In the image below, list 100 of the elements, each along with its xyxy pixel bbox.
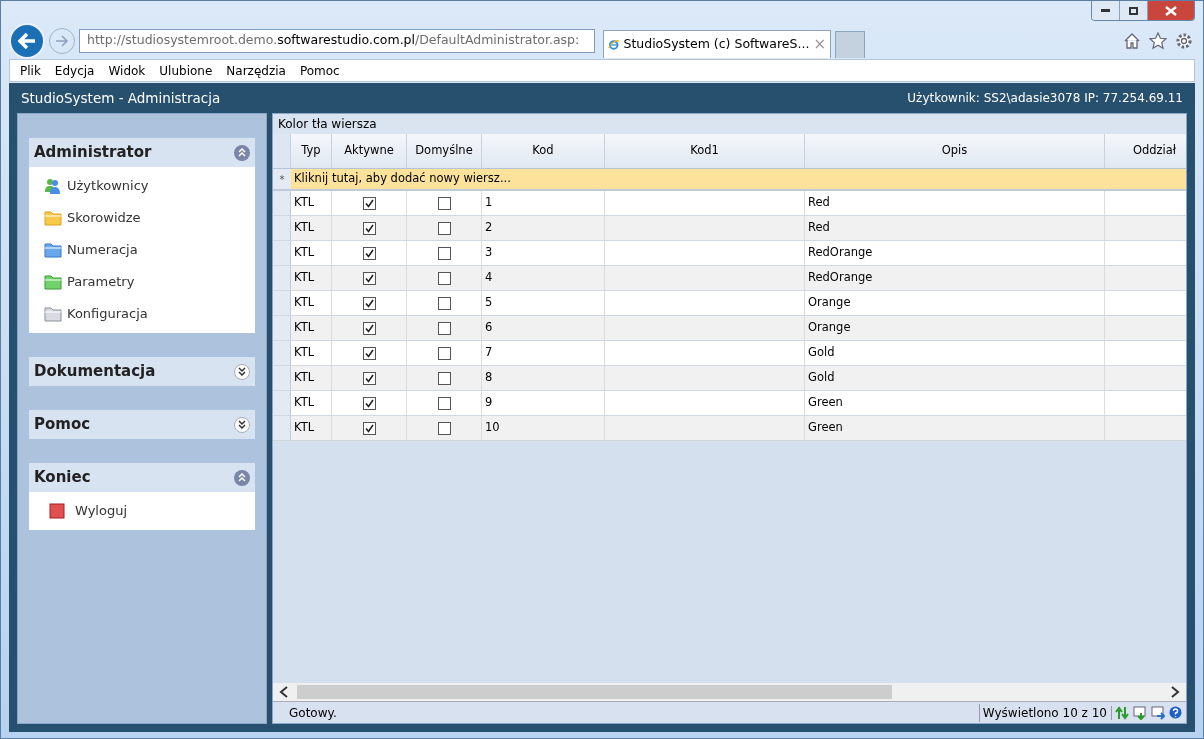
- expand-icon[interactable]: [234, 416, 250, 433]
- checkbox[interactable]: [437, 421, 451, 435]
- collapse-icon[interactable]: [234, 469, 250, 486]
- checkbox[interactable]: [362, 396, 376, 410]
- checkbox[interactable]: [437, 321, 451, 335]
- sidebar-item[interactable]: Numeracja: [29, 234, 255, 266]
- table-cell: 8: [485, 369, 493, 387]
- table-cell: 2: [485, 219, 493, 237]
- checkbox[interactable]: [362, 371, 376, 385]
- new-row-prompt[interactable]: Kliknij tutaj, aby dodać nowy wiersz...: [291, 169, 511, 189]
- export-icon[interactable]: [1133, 705, 1147, 720]
- users-icon: [44, 177, 62, 195]
- checkbox[interactable]: [362, 296, 376, 310]
- scroll-left-icon[interactable]: [279, 686, 289, 698]
- table-cell: Green: [808, 394, 843, 412]
- table-cell: KTL: [294, 394, 315, 412]
- back-button[interactable]: [9, 22, 45, 59]
- grid-caption: Kolor tła wiersza: [273, 114, 1186, 134]
- section-header[interactable]: Administrator: [29, 138, 255, 167]
- checkbox[interactable]: [362, 196, 376, 210]
- close-icon[interactable]: [1165, 5, 1177, 16]
- section-header[interactable]: Pomoc: [29, 410, 255, 439]
- section-header[interactable]: Dokumentacja: [29, 357, 255, 386]
- table-cell: 5: [485, 294, 493, 312]
- table-cell: 4: [485, 269, 493, 287]
- checkbox[interactable]: [437, 196, 451, 210]
- table-cell: KTL: [294, 244, 315, 262]
- checkbox[interactable]: [362, 271, 376, 285]
- home-icon[interactable]: [1123, 31, 1141, 50]
- menu-item[interactable]: Edycja: [54, 61, 95, 80]
- expand-icon[interactable]: [234, 363, 250, 380]
- checkbox[interactable]: [362, 246, 376, 260]
- column-header[interactable]: Kod: [482, 134, 605, 168]
- checkbox[interactable]: [437, 221, 451, 235]
- table-cell: Gold: [808, 344, 835, 362]
- menu-item[interactable]: Pomoc: [299, 61, 340, 80]
- checkbox[interactable]: [362, 221, 376, 235]
- sidebar-item[interactable]: Skorowidze: [29, 202, 255, 234]
- help-icon[interactable]: [1169, 705, 1182, 719]
- app-title: StudioSystem - Administracja: [21, 88, 221, 108]
- folder-icon: [44, 306, 62, 322]
- table-cell: KTL: [294, 344, 315, 362]
- back-arrow-icon[interactable]: [17, 31, 37, 50]
- checkbox[interactable]: [437, 271, 451, 285]
- menu-item[interactable]: Plik: [20, 61, 41, 80]
- table-cell: KTL: [294, 419, 315, 437]
- horizontal-scrollbar[interactable]: [273, 683, 1186, 701]
- checkbox[interactable]: [362, 321, 376, 335]
- column-header[interactable]: Kod1: [605, 134, 805, 168]
- record-count: Wyświetlono 10 z 10: [978, 703, 1111, 722]
- table-cell: Gold: [808, 369, 835, 387]
- browser-tab[interactable]: StudioSystem (c) SoftwareS... ×: [603, 30, 831, 58]
- close-button[interactable]: [1148, 1, 1194, 20]
- collapse-icon[interactable]: [234, 144, 250, 161]
- table-cell: KTL: [294, 369, 315, 387]
- table-cell: KTL: [294, 269, 315, 287]
- table-cell: KTL: [294, 194, 315, 212]
- table-cell: 1: [485, 194, 493, 212]
- menu-item[interactable]: Narzędzia: [226, 61, 286, 80]
- table-cell: 10: [485, 419, 500, 437]
- settings-icon[interactable]: [1175, 31, 1193, 50]
- column-header[interactable]: Oddział: [1105, 134, 1186, 168]
- folder-icon: [44, 210, 62, 226]
- column-header[interactable]: Domyślne: [407, 134, 482, 168]
- column-header[interactable]: Opis: [805, 134, 1105, 168]
- table-cell: KTL: [294, 219, 315, 237]
- table-cell: 9: [485, 394, 493, 412]
- address-bar[interactable]: http://studiosystemroot.demo.softwarestudio.com.pl/DefaultAdministrator.asp:: [79, 28, 595, 53]
- column-header[interactable]: Typ: [291, 134, 332, 168]
- sidebar-item[interactable]: Użytkownicy: [29, 170, 255, 202]
- minimize-button[interactable]: [1092, 1, 1120, 20]
- column-header[interactable]: Aktywne: [332, 134, 407, 168]
- import-icon[interactable]: [1151, 705, 1165, 720]
- menu-item[interactable]: Widok: [108, 61, 146, 80]
- table-cell: Orange: [808, 319, 851, 337]
- new-row-marker: *: [273, 169, 291, 189]
- user-info: Użytkownik: SS2\adasie3078 IP: 77.254.69.11: [907, 90, 1183, 107]
- section-header[interactable]: Koniec: [29, 463, 255, 492]
- table-cell: 6: [485, 319, 493, 337]
- checkbox[interactable]: [362, 421, 376, 435]
- folder-icon: [44, 242, 62, 258]
- sidebar-item[interactable]: Parametry: [29, 266, 255, 298]
- checkbox[interactable]: [437, 396, 451, 410]
- checkbox[interactable]: [437, 371, 451, 385]
- checkbox[interactable]: [437, 246, 451, 260]
- table-cell: 3: [485, 244, 493, 262]
- table-cell: RedOrange: [808, 269, 873, 287]
- menu-item[interactable]: Ulubione: [159, 61, 213, 80]
- maximize-button[interactable]: [1120, 1, 1148, 20]
- folder-icon: [44, 274, 62, 290]
- table-cell: 7: [485, 344, 493, 362]
- star-icon[interactable]: [1149, 31, 1167, 50]
- checkbox[interactable]: [362, 346, 376, 360]
- table-cell: RedOrange: [808, 244, 873, 262]
- table-cell: Green: [808, 419, 843, 437]
- sidebar-item[interactable]: Konfiguracja: [29, 298, 255, 330]
- scroll-right-icon[interactable]: [1170, 686, 1180, 698]
- refresh-arrows-icon[interactable]: [1115, 705, 1129, 720]
- checkbox[interactable]: [437, 296, 451, 310]
- checkbox[interactable]: [437, 346, 451, 360]
